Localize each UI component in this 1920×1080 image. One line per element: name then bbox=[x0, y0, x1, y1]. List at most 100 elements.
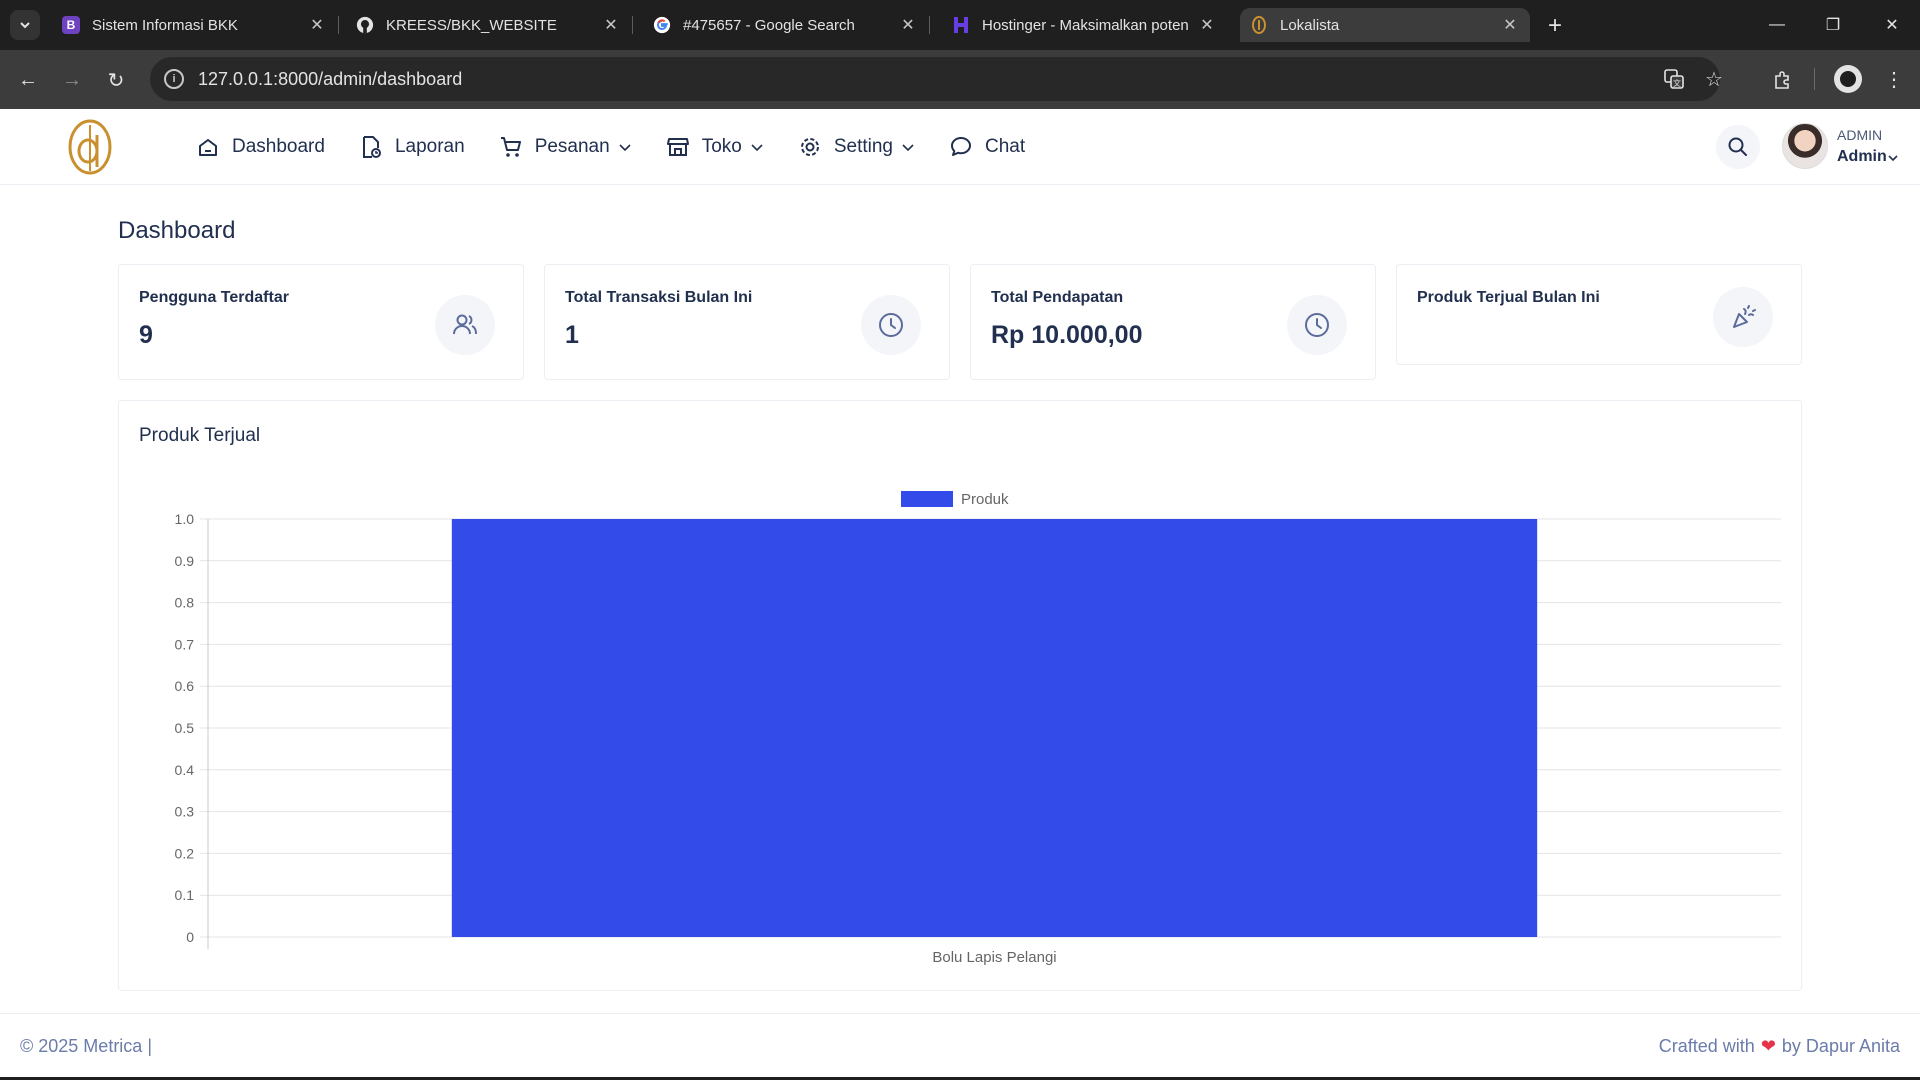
y-tick-label: 0.9 bbox=[175, 553, 195, 569]
tab-title: Lokalista bbox=[1280, 16, 1340, 34]
home-icon bbox=[196, 135, 220, 159]
minimize-icon[interactable]: — bbox=[1757, 8, 1797, 42]
url-text[interactable]: 127.0.0.1:8000/admin/dashboard bbox=[198, 69, 462, 90]
chart-card-title: Produk Terjual bbox=[139, 425, 261, 446]
y-tick-label: 0.7 bbox=[175, 636, 195, 652]
bookmark-star-icon[interactable]: ☆ bbox=[1702, 67, 1726, 91]
svg-text:文: 文 bbox=[1673, 78, 1681, 88]
forward-arrow-icon[interactable]: → bbox=[56, 64, 88, 96]
window-close-icon[interactable]: ✕ bbox=[1872, 8, 1912, 42]
y-tick-label: 0.8 bbox=[175, 595, 195, 611]
nav-toko[interactable]: Toko bbox=[666, 135, 764, 159]
legend-swatch bbox=[901, 491, 953, 507]
stat-card-products-sold: Produk Terjual Bulan Ini bbox=[1396, 264, 1802, 365]
browser-toolbar: ← → ↻ i 127.0.0.1:8000/admin/dashboard 文… bbox=[0, 50, 1920, 109]
more-menu-icon[interactable]: ⋮ bbox=[1880, 64, 1908, 94]
y-tick-label: 0.2 bbox=[175, 845, 195, 861]
stat-value: 1 bbox=[565, 321, 579, 349]
y-tick-label: 0.1 bbox=[175, 887, 195, 903]
y-tick-label: 0.5 bbox=[175, 720, 195, 736]
translate-icon[interactable]: 文 bbox=[1662, 67, 1686, 91]
github-icon bbox=[356, 16, 374, 34]
nav-setting[interactable]: Setting bbox=[798, 135, 915, 159]
stat-card-total-revenue: Total Pendapatan Rp 10.000,00 bbox=[970, 264, 1376, 380]
page-title: Dashboard bbox=[118, 217, 236, 244]
chevron-down-icon bbox=[618, 140, 632, 154]
users-icon bbox=[435, 295, 495, 355]
nav-chat[interactable]: Chat bbox=[949, 135, 1025, 159]
stat-value: Rp 10.000,00 bbox=[991, 321, 1143, 349]
y-tick-label: 0.3 bbox=[175, 804, 195, 820]
tab-divider bbox=[338, 16, 339, 34]
bootstrap-icon: B bbox=[62, 16, 80, 34]
browser-tab-active[interactable]: Lokalista ✕ bbox=[1240, 8, 1530, 42]
tab-divider bbox=[929, 16, 930, 34]
profile-avatar-icon[interactable] bbox=[1834, 65, 1862, 93]
site-info-icon[interactable]: i bbox=[164, 69, 184, 89]
tab-title: Sistem Informasi BKK bbox=[92, 16, 238, 34]
tab-search-button[interactable] bbox=[10, 10, 40, 40]
toolbar-divider bbox=[1814, 68, 1815, 90]
x-tick-label: Bolu Lapis Pelangi bbox=[932, 949, 1056, 966]
legend-label: Produk bbox=[961, 491, 1009, 508]
stat-value: 9 bbox=[139, 321, 153, 349]
user-name[interactable]: Admin bbox=[1837, 148, 1887, 166]
tab-title: #475657 - Google Search bbox=[683, 16, 855, 34]
close-icon[interactable]: ✕ bbox=[1500, 15, 1520, 35]
user-role: ADMIN bbox=[1837, 127, 1883, 143]
footer-copyright: © 2025 Metrica | bbox=[20, 1036, 152, 1056]
browser-tab[interactable]: KREESS/BKK_WEBSITE ✕ bbox=[346, 8, 633, 42]
chevron-down-icon bbox=[750, 140, 764, 154]
close-icon[interactable]: ✕ bbox=[898, 15, 918, 35]
stat-label: Total Pendapatan bbox=[991, 289, 1124, 306]
nav-dashboard[interactable]: Dashboard bbox=[196, 135, 325, 159]
tab-divider bbox=[632, 16, 633, 34]
restore-icon[interactable]: ❐ bbox=[1813, 8, 1853, 42]
search-button[interactable] bbox=[1716, 125, 1760, 169]
bar-chart: 0 0.1 0.2 0.3 0.4 0.5 0.6 0.7 0.8 0.9 1.0 Bolu Lapi… bbox=[175, 491, 1781, 966]
extensions-icon[interactable] bbox=[1766, 64, 1798, 96]
lokalista-logo[interactable] bbox=[66, 117, 116, 177]
cart-icon bbox=[499, 135, 523, 159]
chevron-down-icon[interactable] bbox=[1888, 153, 1898, 166]
clock-icon bbox=[1287, 295, 1347, 355]
browser-tab[interactable]: #475657 - Google Search ✕ bbox=[643, 8, 930, 42]
chat-icon bbox=[949, 135, 973, 159]
avatar[interactable] bbox=[1782, 123, 1828, 169]
y-tick-label: 1.0 bbox=[175, 511, 195, 527]
clock-icon bbox=[861, 295, 921, 355]
party-popper-icon bbox=[1713, 287, 1773, 347]
close-icon[interactable]: ✕ bbox=[601, 15, 621, 35]
close-icon[interactable]: ✕ bbox=[307, 15, 327, 35]
y-tick-label: 0.4 bbox=[175, 762, 195, 778]
browser-tab-strip: B Sistem Informasi BKK ✕ KREESS/BKK_WEBS… bbox=[0, 0, 1920, 50]
new-tab-button[interactable]: + bbox=[1541, 12, 1569, 40]
nav-label: Setting bbox=[833, 136, 893, 157]
stat-card-registered-users: Pengguna Terdaftar 9 bbox=[118, 264, 524, 380]
hostinger-icon bbox=[952, 16, 970, 34]
search-icon bbox=[1728, 137, 1747, 156]
gear-icon bbox=[798, 135, 822, 159]
google-icon bbox=[653, 16, 671, 34]
browser-tab[interactable]: B Sistem Informasi BKK ✕ bbox=[52, 8, 339, 42]
address-bar[interactable]: i 127.0.0.1:8000/admin/dashboard 文 ☆ bbox=[150, 57, 1723, 101]
stat-label: Pengguna Terdaftar bbox=[139, 289, 289, 306]
back-arrow-icon[interactable]: ← bbox=[12, 64, 44, 96]
chevron-down-icon bbox=[901, 140, 915, 154]
nav-label: Toko bbox=[701, 136, 742, 157]
chevron-down-icon bbox=[20, 22, 30, 29]
stat-label: Total Transaksi Bulan Ini bbox=[565, 289, 753, 306]
stat-card-monthly-transactions: Total Transaksi Bulan Ini 1 bbox=[544, 264, 950, 380]
tab-title: Hostinger - Maksimalkan poten bbox=[982, 16, 1189, 34]
close-icon[interactable]: ✕ bbox=[1197, 15, 1217, 35]
footer-credit-prefix: Crafted with bbox=[1658, 1036, 1755, 1056]
footer-credit: Crafted with ❤ by Dapur Anita bbox=[1659, 1036, 1900, 1057]
nav-label: Dashboard bbox=[232, 136, 325, 157]
nav-pesanan[interactable]: Pesanan bbox=[499, 135, 632, 159]
bar bbox=[451, 519, 1538, 937]
footer: © 2025 Metrica | Crafted with ❤ by Dapur… bbox=[0, 1013, 1920, 1080]
browser-tab[interactable]: Hostinger - Maksimalkan poten ✕ bbox=[942, 8, 1227, 42]
nav-laporan[interactable]: Laporan bbox=[359, 135, 465, 159]
reload-icon[interactable]: ↻ bbox=[100, 64, 132, 96]
app-header: Dashboard Laporan Pesanan Toko Setting C… bbox=[0, 109, 1920, 185]
